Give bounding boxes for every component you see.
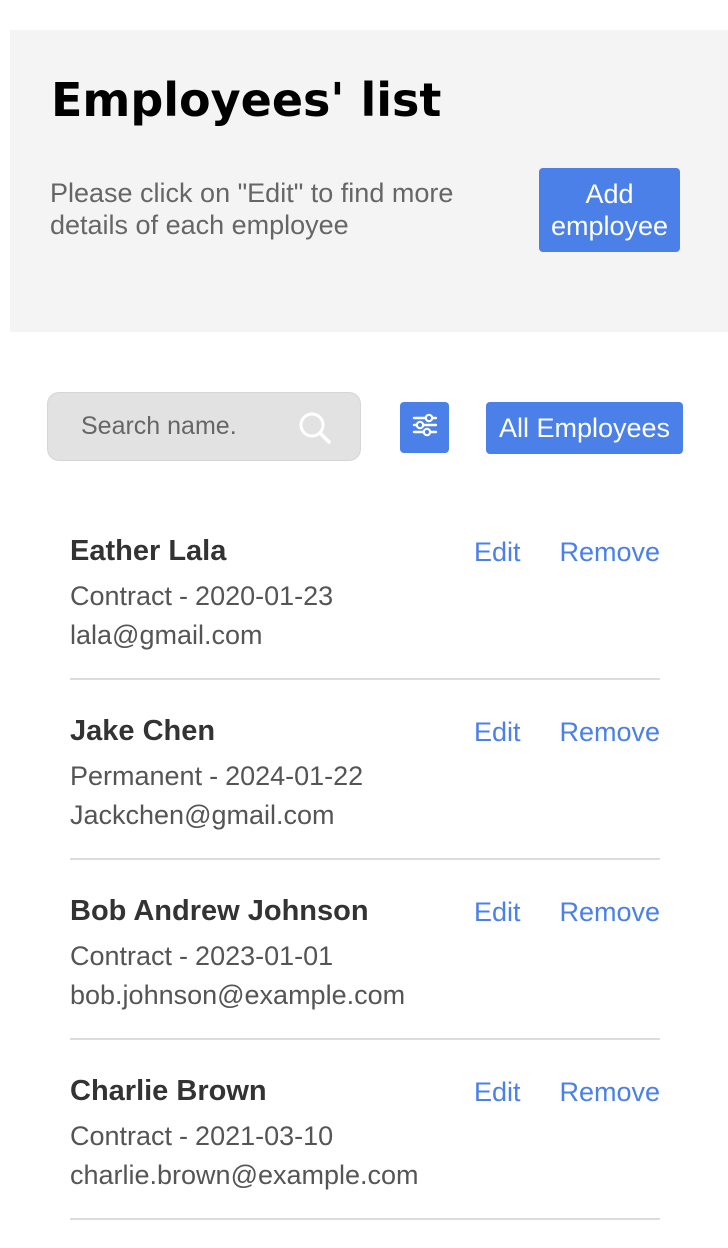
employee-type: Permanent — [70, 761, 203, 791]
employee-name: Jake Chen — [70, 715, 216, 747]
employee-type: Contract — [70, 1121, 173, 1151]
remove-link[interactable]: Remove — [559, 1074, 660, 1110]
employee-email: Jackchen@gmail.com — [70, 800, 335, 830]
employee-date: 2024-01-22 — [225, 761, 364, 791]
employee-type: Contract — [70, 941, 173, 971]
employee-contract-info: Permanent -2024-01-22 — [70, 761, 364, 791]
edit-link[interactable]: Edit — [474, 894, 521, 930]
employee-row: Jake Chen Permanent -2024-01-22 Jackchen@… — [70, 680, 660, 860]
employee-row: Eather Lala Contract -2020-01-23 lala@gma… — [70, 500, 660, 680]
employee-date: 2020-01-23 — [195, 581, 334, 611]
remove-link[interactable]: Remove — [559, 534, 660, 570]
remove-link[interactable]: Remove — [559, 894, 660, 930]
edit-link[interactable]: Edit — [474, 534, 521, 570]
remove-link[interactable]: Remove — [559, 714, 660, 750]
all-employees-button[interactable]: All Employees — [486, 402, 683, 454]
employee-email: bob.johnson@example.com — [70, 980, 406, 1010]
search-input[interactable] — [48, 393, 288, 460]
page-header: Employees' list Please click on "Edit" t… — [10, 30, 728, 332]
employee-date: 2023-01-01 — [195, 941, 334, 971]
edit-link[interactable]: Edit — [474, 714, 521, 750]
employee-name: Eather Lala — [70, 535, 227, 567]
employee-type: Contract — [70, 581, 173, 611]
filter-button[interactable] — [400, 402, 449, 453]
add-employee-button[interactable]: Add employee — [539, 168, 680, 252]
search-box — [47, 392, 361, 461]
employee-date: 2021-03-10 — [195, 1121, 334, 1151]
edit-link[interactable]: Edit — [474, 1074, 521, 1110]
employee-email: charlie.brown@example.com — [70, 1160, 419, 1190]
employee-name: Charlie Brown — [70, 1075, 267, 1107]
employee-email: lala@gmail.com — [70, 620, 263, 650]
employee-name: Bob Andrew Johnson — [70, 895, 369, 927]
employee-row: Charlie Brown Contract -2021-03-10 charli… — [70, 1040, 660, 1220]
page-subtitle: Please click on "Edit" to find more deta… — [50, 178, 454, 240]
sliders-icon — [411, 411, 439, 444]
search-icon[interactable] — [297, 410, 333, 446]
employee-row: Bob Andrew Johnson Contract -2023-01-01 b… — [70, 860, 660, 1040]
employee-contract-info: Contract -2023-01-01 — [70, 941, 334, 971]
page-title: Employees' list — [51, 73, 442, 127]
employee-contract-info: Contract -2020-01-23 — [70, 581, 334, 611]
employee-contract-info: Contract -2021-03-10 — [70, 1121, 334, 1151]
employee-list: Eather Lala Contract -2020-01-23 lala@gma… — [70, 500, 660, 1220]
